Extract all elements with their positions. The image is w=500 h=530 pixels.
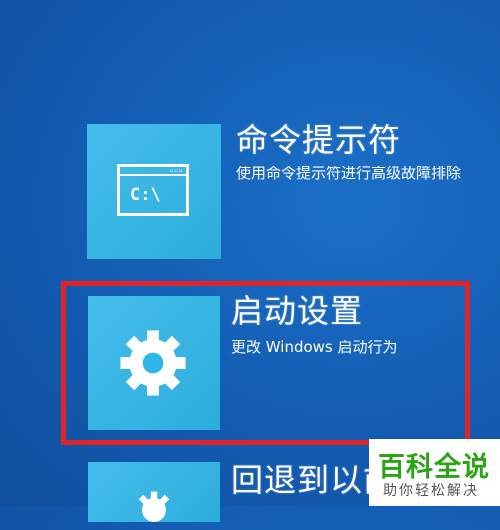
command-prompt-tile[interactable]: ▫▫▫ C:\ bbox=[87, 124, 221, 259]
command-prompt-icon: ▫▫▫ C:\ bbox=[117, 164, 189, 216]
watermark: 百科全说 助你轻松解决 bbox=[369, 439, 500, 506]
watermark-subtitle: 助你轻松解决 bbox=[383, 483, 479, 499]
command-prompt-title[interactable]: 命令提示符 bbox=[236, 124, 401, 156]
gear-icon bbox=[120, 330, 186, 396]
command-prompt-description: 使用命令提示符进行高级故障排除 bbox=[236, 166, 462, 181]
go-back-tile[interactable] bbox=[88, 462, 220, 522]
watermark-title: 百科全说 bbox=[378, 452, 490, 483]
gear-icon bbox=[138, 491, 170, 522]
command-prompt-icon-text: C:\ bbox=[130, 185, 161, 205]
